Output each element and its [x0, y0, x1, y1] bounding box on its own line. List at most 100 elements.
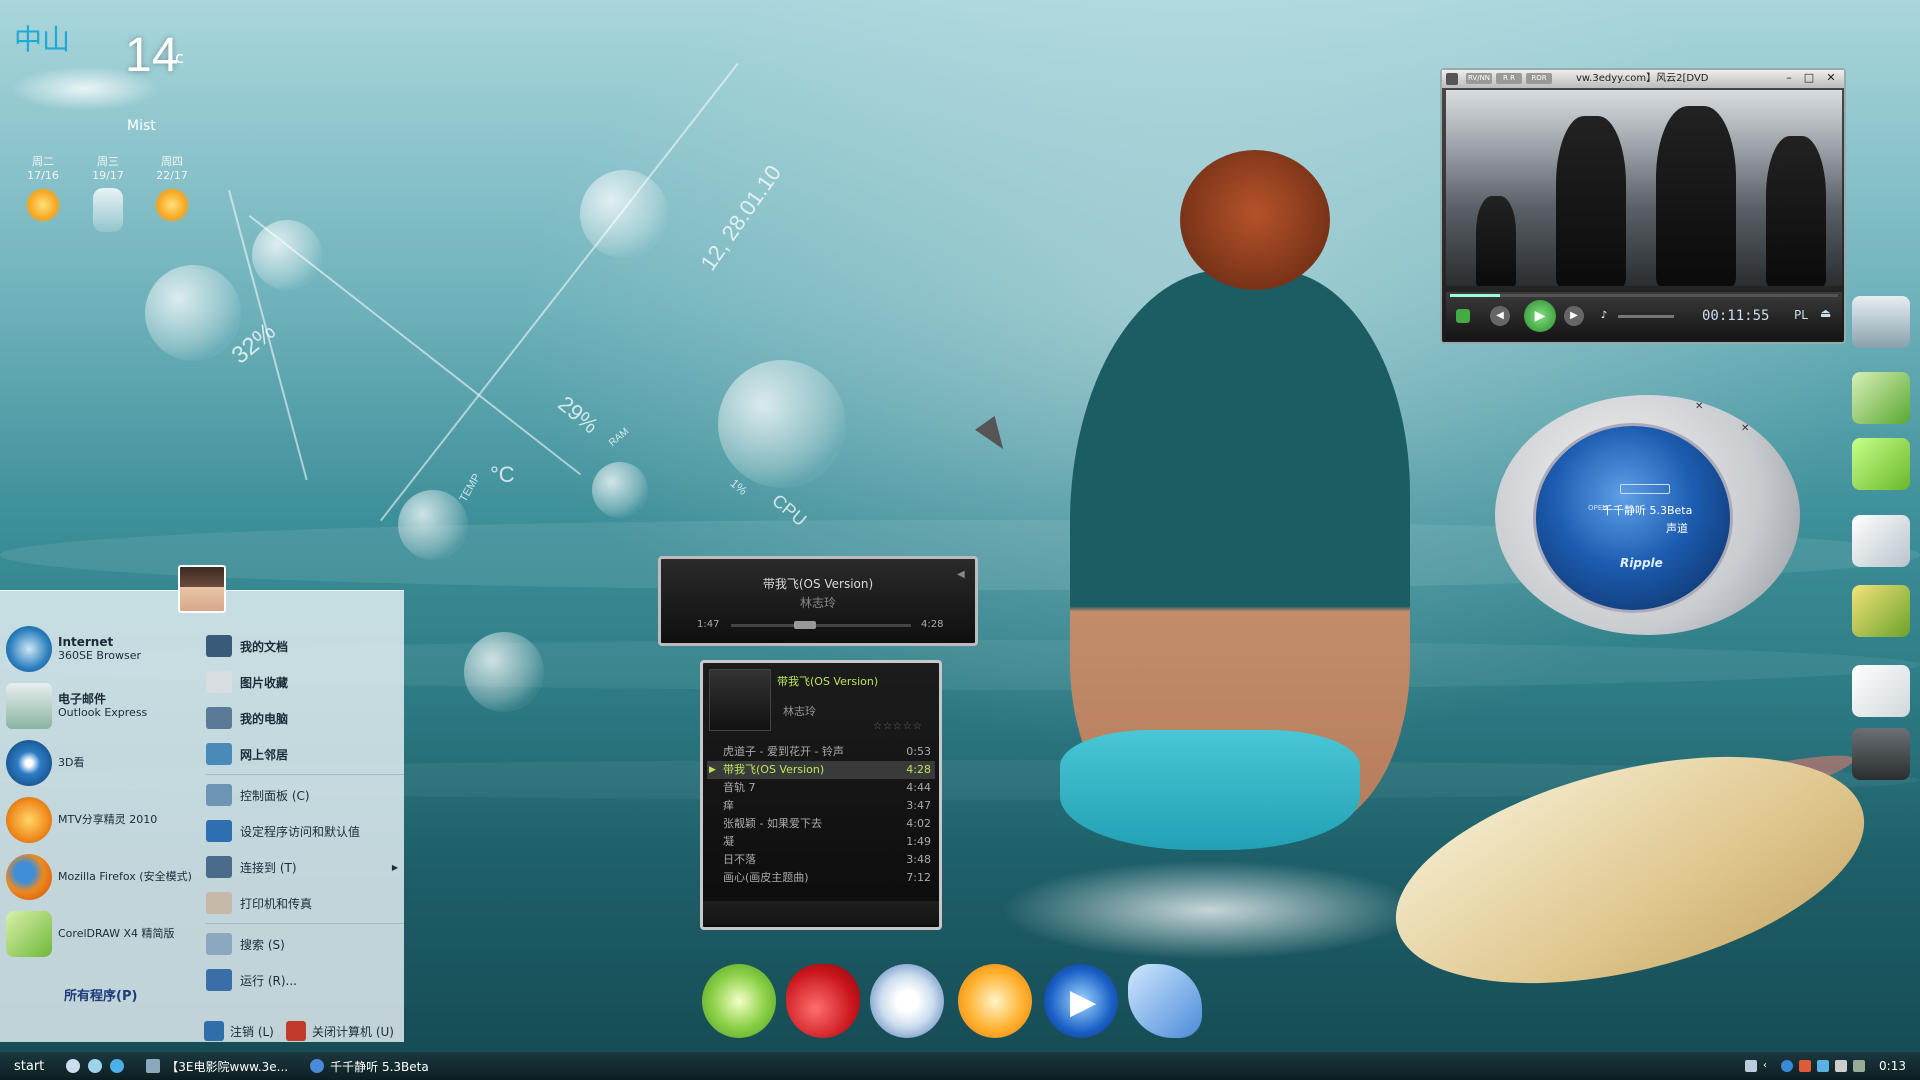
monitor-icon[interactable] — [1852, 296, 1910, 348]
track-time: 3:48 — [906, 853, 931, 866]
track-row[interactable]: 画心(画皮主题曲) 7:12 — [707, 869, 935, 887]
ttplayer-widget[interactable]: OPEN 千千静听 5.3Beta 声道 Ripple ✕ ✕ — [1495, 395, 1800, 635]
network-tray-icon[interactable] — [1781, 1060, 1794, 1072]
start-item-default-programs[interactable]: 设定程序访问和默认值 — [206, 813, 404, 849]
browser-quicklaunch-icon[interactable] — [88, 1059, 103, 1073]
close-icon[interactable]: ✕ — [1695, 401, 1703, 412]
datetime-stat: 12, 28.01.10 — [695, 160, 787, 275]
mini-music-player[interactable]: 带我飞(OS Version) 林志玲 1:47 4:28 ◀ — [658, 556, 978, 646]
video-seek-bar[interactable] — [1450, 294, 1838, 297]
start-item-my-pictures[interactable]: 图片收藏 — [206, 664, 404, 700]
show-desktop-icon[interactable] — [66, 1059, 81, 1073]
ram-label: RAM — [607, 426, 632, 449]
ie-quicklaunch-icon[interactable] — [110, 1059, 125, 1073]
taskbar-clock[interactable]: 0:13 — [1879, 1059, 1906, 1073]
lime-icon[interactable] — [702, 964, 776, 1038]
plant-icon[interactable] — [1852, 585, 1910, 637]
surfer-bikini — [1060, 730, 1360, 850]
start-button[interactable]: start — [14, 1059, 44, 1074]
start-item-my-documents[interactable]: 我的文档 — [206, 628, 404, 664]
rating-stars[interactable]: ☆☆☆☆☆ — [873, 721, 923, 732]
temp-unit: °C — [490, 462, 515, 487]
rotate-button[interactable]: ROR — [1526, 73, 1552, 84]
shutdown-button[interactable]: 关闭计算机 (U) — [286, 1020, 394, 1042]
video-figure — [1556, 116, 1626, 286]
aspect-button[interactable]: RV/NN — [1466, 73, 1492, 84]
track-row[interactable]: 凝 1:49 — [707, 833, 935, 851]
shortcut-c-icon[interactable] — [1852, 372, 1910, 424]
start-item-label: Mozilla Firefox (安全模式) — [58, 870, 192, 883]
seek-bar[interactable] — [731, 624, 911, 627]
start-item-run[interactable]: 运行 (R)... — [206, 962, 404, 998]
stop-icon[interactable] — [1456, 309, 1470, 323]
mtv-share-icon — [6, 796, 52, 843]
connection-tray-icon[interactable] — [1853, 1060, 1866, 1072]
tray-expand-icon[interactable]: ‹ — [1763, 1060, 1775, 1072]
previous-icon[interactable]: ◀ — [1490, 306, 1510, 326]
start-item-my-computer[interactable]: 我的电脑 — [206, 700, 404, 736]
track-time: 4:44 — [906, 781, 931, 794]
track-row[interactable]: 音轨 7 4:44 — [707, 779, 935, 797]
keyboard-icon[interactable] — [1745, 1060, 1758, 1072]
track-row[interactable]: 痒 3:47 — [707, 797, 935, 815]
start-item-control-panel[interactable]: 控制面板 (C) — [206, 777, 404, 813]
volume-icon[interactable]: ◀ — [957, 569, 965, 580]
logoff-button[interactable]: 注销 (L) — [204, 1020, 274, 1042]
eject-icon[interactable]: ⏏ — [1820, 306, 1831, 320]
elapsed-time: 1:47 — [697, 619, 720, 630]
disc-folder-icon[interactable] — [1852, 438, 1910, 490]
maximize-icon[interactable]: □ — [1802, 71, 1816, 85]
volume-tray-icon[interactable] — [1835, 1060, 1848, 1072]
shutdown-label: 关闭计算机 (U) — [312, 1024, 394, 1039]
messenger-tray-icon[interactable] — [1817, 1060, 1830, 1072]
volume-slider[interactable] — [1618, 315, 1674, 318]
playlist-toggle-button[interactable]: PL — [1794, 308, 1808, 322]
start-item-printers[interactable]: 打印机和传真 — [206, 885, 404, 921]
play-icon[interactable]: ▶ — [1524, 300, 1556, 332]
start-item-3d-viewer[interactable]: 3D看 — [0, 734, 200, 791]
taskbar-task[interactable]: 千千静听 5.3Beta — [310, 1058, 429, 1075]
track-row[interactable]: 虎道子 - 爱到花开 - 铃声 0:53 — [707, 743, 935, 761]
weather-widget[interactable]: 中山 14 c Mist 周二 17/16 周三 19/17 周四 22/17 — [10, 18, 210, 248]
close-icon[interactable]: ✕ — [1824, 71, 1838, 85]
video-frame[interactable] — [1446, 90, 1842, 286]
fish-icon[interactable] — [1128, 964, 1202, 1038]
start-item-email[interactable]: 电子邮件 Outlook Express — [0, 677, 200, 734]
track-row[interactable]: 日不落 3:48 — [707, 851, 935, 869]
start-item-label: 搜索 (S) — [240, 937, 285, 952]
volume-icon[interactable]: ♪ — [1594, 306, 1614, 326]
track-row[interactable]: 张靓颖 - 如果爱下去 4:02 — [707, 815, 935, 833]
all-programs-button[interactable]: 所有程序(P) — [64, 985, 137, 1004]
usb-drive-icon[interactable] — [1852, 515, 1910, 567]
video-player-titlebar[interactable]: RV/NN R R ROR vw.3edyy.com】风云2[DVD – □ ✕ — [1442, 70, 1844, 88]
taskbar-task[interactable]: 【3E电影院www.3e... — [146, 1058, 288, 1075]
app-menu-icon[interactable] — [1446, 73, 1458, 85]
media-player-icon[interactable]: ▶ — [1044, 964, 1118, 1038]
power-icon — [286, 1021, 306, 1041]
track-name: 带我飞(OS Version) — [723, 763, 825, 776]
next-icon[interactable]: ▶ — [1564, 306, 1584, 326]
start-item-connect-to[interactable]: 连接到 (T) ▶ — [206, 849, 404, 885]
seek-knob[interactable] — [794, 621, 817, 629]
orange-icon[interactable] — [958, 964, 1032, 1038]
removable-disk-icon[interactable] — [1852, 665, 1910, 717]
close-icon[interactable]: ✕ — [1741, 423, 1749, 434]
start-item-coreldraw[interactable]: CorelDRAW X4 精简版 — [0, 905, 200, 962]
start-item-firefox[interactable]: Mozilla Firefox (安全模式) — [0, 848, 200, 905]
track-row-current[interactable]: 带我飞(OS Version) 4:28 — [707, 761, 935, 779]
start-item-network-places[interactable]: 网上邻居 — [206, 736, 404, 772]
start-item-label: 连接到 (T) — [240, 860, 297, 875]
minimize-icon[interactable]: – — [1782, 71, 1796, 85]
ratio-button[interactable]: R R — [1496, 73, 1522, 84]
strawberry-icon[interactable] — [786, 964, 860, 1038]
start-item-search[interactable]: 搜索 (S) — [206, 926, 404, 962]
penguin-icon[interactable] — [870, 964, 944, 1038]
start-item-internet[interactable]: Internet 360SE Browser — [0, 620, 200, 677]
start-item-mtv-share[interactable]: MTV分享精灵 2010 — [0, 791, 200, 848]
recycle-bin-icon[interactable] — [1852, 728, 1910, 780]
weather-temp-unit: c — [175, 48, 184, 67]
security-tray-icon[interactable] — [1799, 1060, 1812, 1072]
taskbar: start 【3E电影院www.3e... 千千静听 5.3Beta ‹ 0:1… — [0, 1052, 1920, 1080]
start-item-label: 我的文档 — [240, 639, 289, 654]
user-avatar[interactable] — [178, 565, 226, 613]
